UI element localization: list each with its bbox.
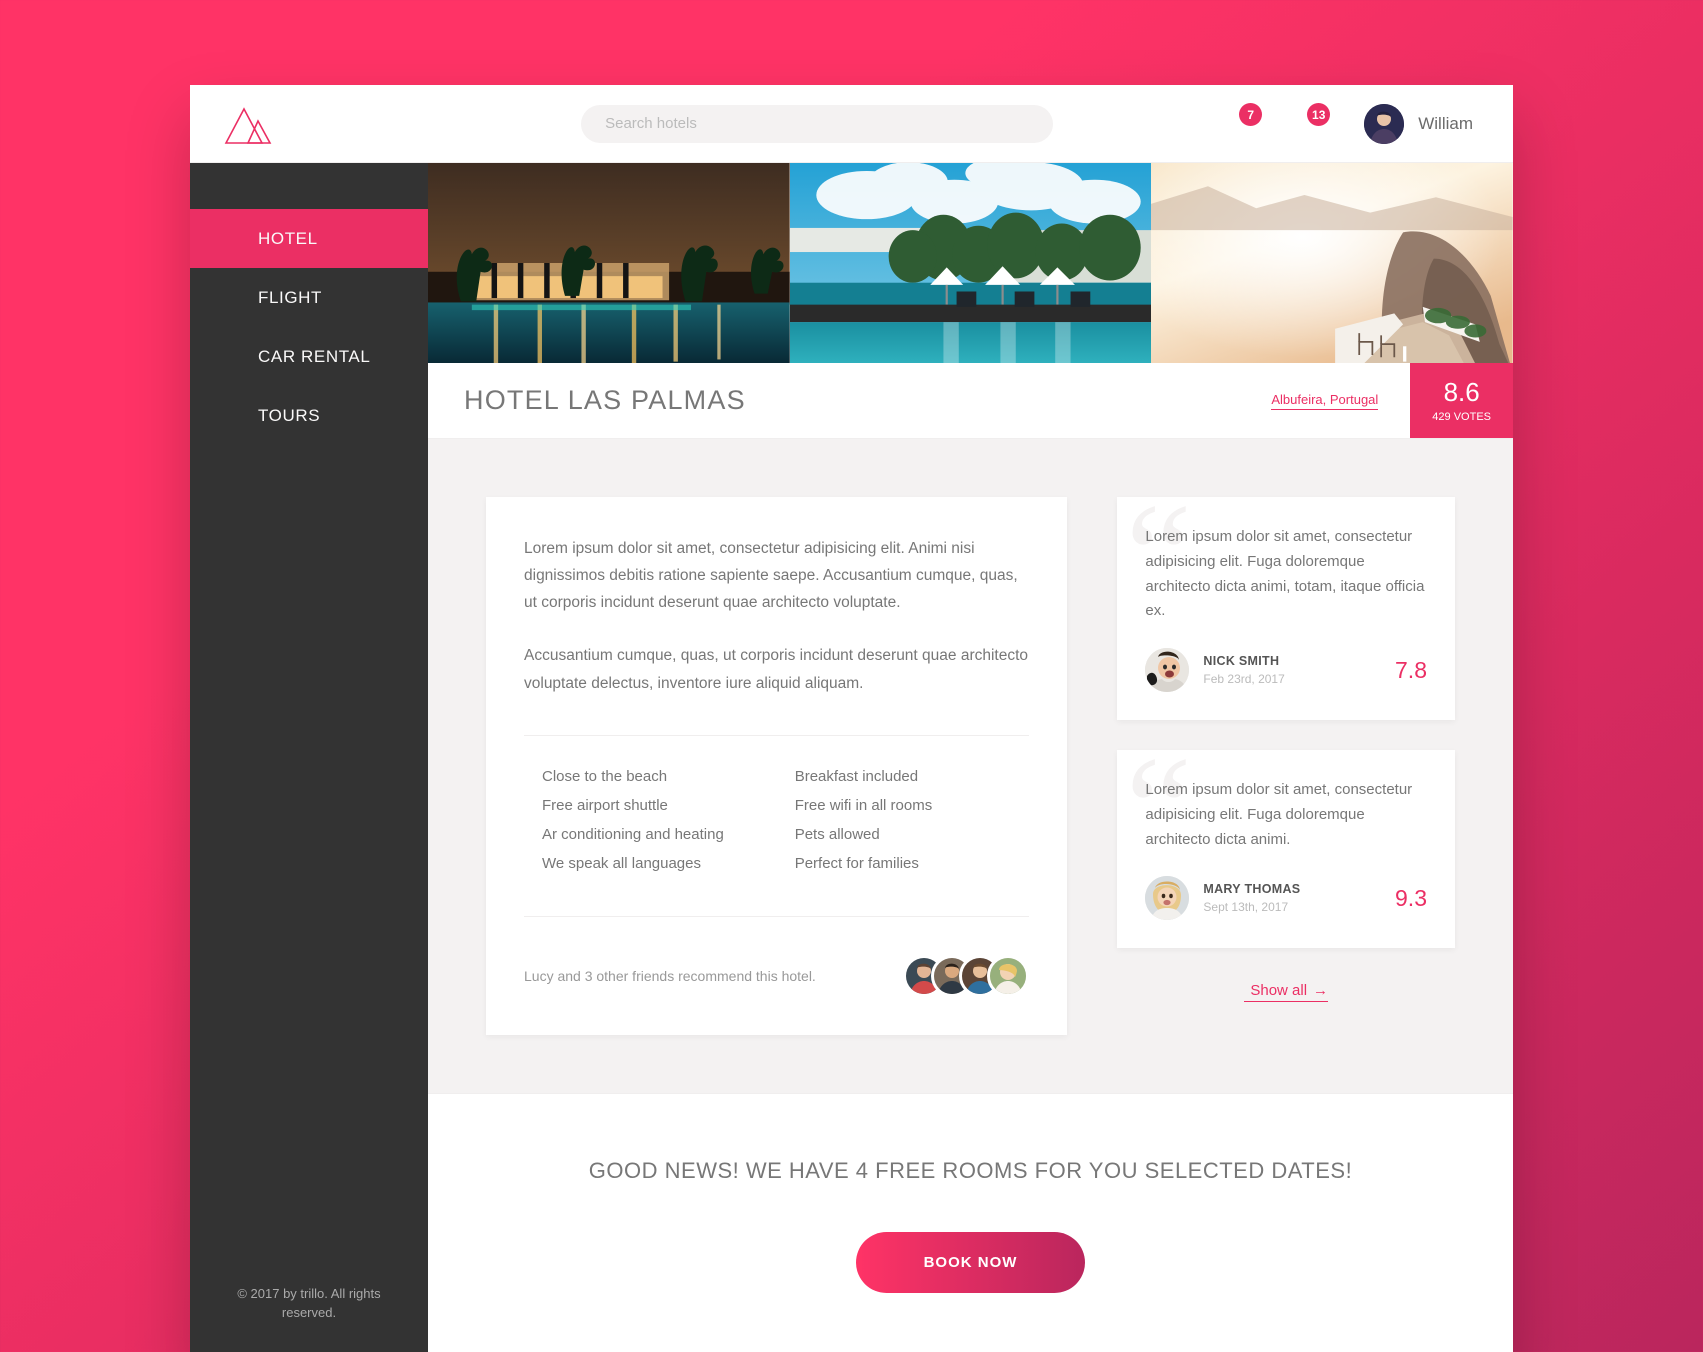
list-item: We speak all languages xyxy=(542,854,701,872)
friends-recommend: Lucy and 3 other friends recommend this … xyxy=(524,954,1030,997)
sidebar-item-hotel[interactable]: HOTEL xyxy=(190,209,428,268)
reviewer-date: Feb 23rd, 2017 xyxy=(1203,672,1285,686)
description-paragraph: Accusantium cumque, quas, ut corporis in… xyxy=(524,647,1029,692)
sidebar-item-label: HOTEL xyxy=(258,228,318,248)
sidebar-legal-text: © 2017 by trillo. All rights reserved. xyxy=(237,1285,381,1321)
trillo-mountain-logo-icon[interactable] xyxy=(224,103,280,145)
hotel-location-label: Albufeira, Portugal xyxy=(1271,391,1379,407)
rating-average: 8.6 xyxy=(1443,376,1480,407)
book-now-button[interactable]: BOOK NOW xyxy=(855,1231,1086,1293)
sidebar-item-label: CAR RENTAL xyxy=(258,346,371,366)
review-rating: 9.3 xyxy=(1395,884,1427,911)
review-card: Lorem ipsum dolor sit amet, consectetur … xyxy=(1117,497,1455,720)
reviewer-info: NICK SMITH Feb 23rd, 2017 xyxy=(1203,654,1284,686)
search-area xyxy=(428,104,1206,143)
cta-headline: GOOD NEWS! WE HAVE 4 FREE ROOMS FOR YOU … xyxy=(588,1157,1353,1183)
show-all-label: Show all xyxy=(1250,982,1308,1000)
user-profile[interactable]: William xyxy=(1342,85,1491,162)
trillo-app-window: 7 13 William xyxy=(190,85,1513,1352)
hotel-description-card: Lorem ipsum dolor sit amet, consectetur … xyxy=(486,497,1068,1035)
user-reviews: Lorem ipsum dolor sit amet, consectetur … xyxy=(1117,497,1455,1003)
review-author: MARY THOMAS Sept 13th, 2017 9.3 xyxy=(1145,876,1427,921)
sidebar-nav-list: HOTEL FLIGHT CAR RENTAL TOURS xyxy=(190,209,428,445)
list-item: Pets allowed xyxy=(794,825,880,843)
hotel-detail: Lorem ipsum dolor sit amet, consectetur … xyxy=(428,439,1513,1094)
review-text: Lorem ipsum dolor sit amet, consectetur … xyxy=(1145,528,1425,620)
hotel-features-list: Close to the beach Breakfast included Fr… xyxy=(524,734,1030,917)
review-author: NICK SMITH Feb 23rd, 2017 7.8 xyxy=(1145,648,1427,692)
app-header: 7 13 William xyxy=(190,85,1513,163)
sidebar-item-car-rental[interactable]: CAR RENTAL xyxy=(190,327,428,386)
sidebar-item-flight[interactable]: FLIGHT xyxy=(190,268,428,327)
reviewer-date: Sept 13th, 2017 xyxy=(1203,900,1289,915)
review-card: Lorem ipsum dolor sit amet, consectetur … xyxy=(1117,750,1455,949)
description-paragraph: Lorem ipsum dolor sit amet, consectetur … xyxy=(524,540,1018,612)
cta-section: GOOD NEWS! WE HAVE 4 FREE ROOMS FOR YOU … xyxy=(428,1093,1513,1352)
bookmarks-badge: 7 xyxy=(1239,103,1263,126)
reviewer-info: MARY THOMAS Sept 13th, 2017 xyxy=(1203,882,1300,914)
app-content: HOTEL FLIGHT CAR RENTAL TOURS © 2017 by … xyxy=(190,163,1513,1352)
rating-count: 429 votes xyxy=(1432,410,1491,423)
friend-avatar xyxy=(987,954,1030,997)
bookmarks-nav-item[interactable]: 7 xyxy=(1206,85,1274,162)
recommend-text: Lucy and 3 other friends recommend this … xyxy=(524,967,816,984)
search-input[interactable] xyxy=(581,104,1054,143)
hotel-location[interactable]: Albufeira, Portugal xyxy=(1271,391,1379,410)
reviewer-name: NICK SMITH xyxy=(1203,654,1280,668)
messages-nav-item[interactable]: 13 xyxy=(1274,85,1342,162)
reviewer-name: MARY THOMAS xyxy=(1203,882,1301,897)
list-item: Breakfast included xyxy=(794,767,919,785)
user-nav: 7 13 William xyxy=(1206,85,1513,162)
page-title: HOTEL LAS PALMAS xyxy=(464,385,746,415)
review-rating: 7.8 xyxy=(1395,656,1427,683)
list-item: Free airport shuttle xyxy=(542,796,668,814)
hotel-view: HOTEL LAS PALMAS Albufeira, Portugal 8.6… xyxy=(428,163,1513,1352)
list-item: Free wifi in all rooms xyxy=(794,796,933,814)
sidebar-item-label: TOURS xyxy=(258,405,321,425)
sidebar: HOTEL FLIGHT CAR RENTAL TOURS © 2017 by … xyxy=(190,163,428,1352)
messages-badge: 13 xyxy=(1307,103,1331,126)
list-item: Perfect for families xyxy=(794,854,919,872)
list-item: Ar conditioning and heating xyxy=(542,825,724,843)
review-text: Lorem ipsum dolor sit amet, consectetur … xyxy=(1145,781,1413,848)
rating-badge: 8.6 429 votes xyxy=(1410,363,1513,438)
gallery-photo-1 xyxy=(428,163,790,363)
hotel-overview-bar: HOTEL LAS PALMAS Albufeira, Portugal 8.6… xyxy=(428,363,1513,439)
hotel-gallery xyxy=(428,163,1513,363)
list-item: Close to the beach xyxy=(542,767,668,785)
reviewer-avatar xyxy=(1145,876,1190,921)
logo-container xyxy=(190,103,428,145)
sidebar-item-tours[interactable]: TOURS xyxy=(190,386,428,445)
show-all-reviews-button[interactable]: Show all → xyxy=(1244,982,1329,1003)
gallery-photo-2 xyxy=(789,163,1152,363)
gallery-photo-3 xyxy=(1151,163,1513,363)
search-box xyxy=(581,104,1054,143)
sidebar-item-label: FLIGHT xyxy=(258,287,323,307)
arrow-right-icon: → xyxy=(1313,982,1329,1000)
avatar xyxy=(1364,103,1405,144)
recommend-friend-avatars xyxy=(903,954,1030,997)
reviewer-avatar xyxy=(1145,648,1190,692)
user-name: William xyxy=(1418,113,1473,133)
